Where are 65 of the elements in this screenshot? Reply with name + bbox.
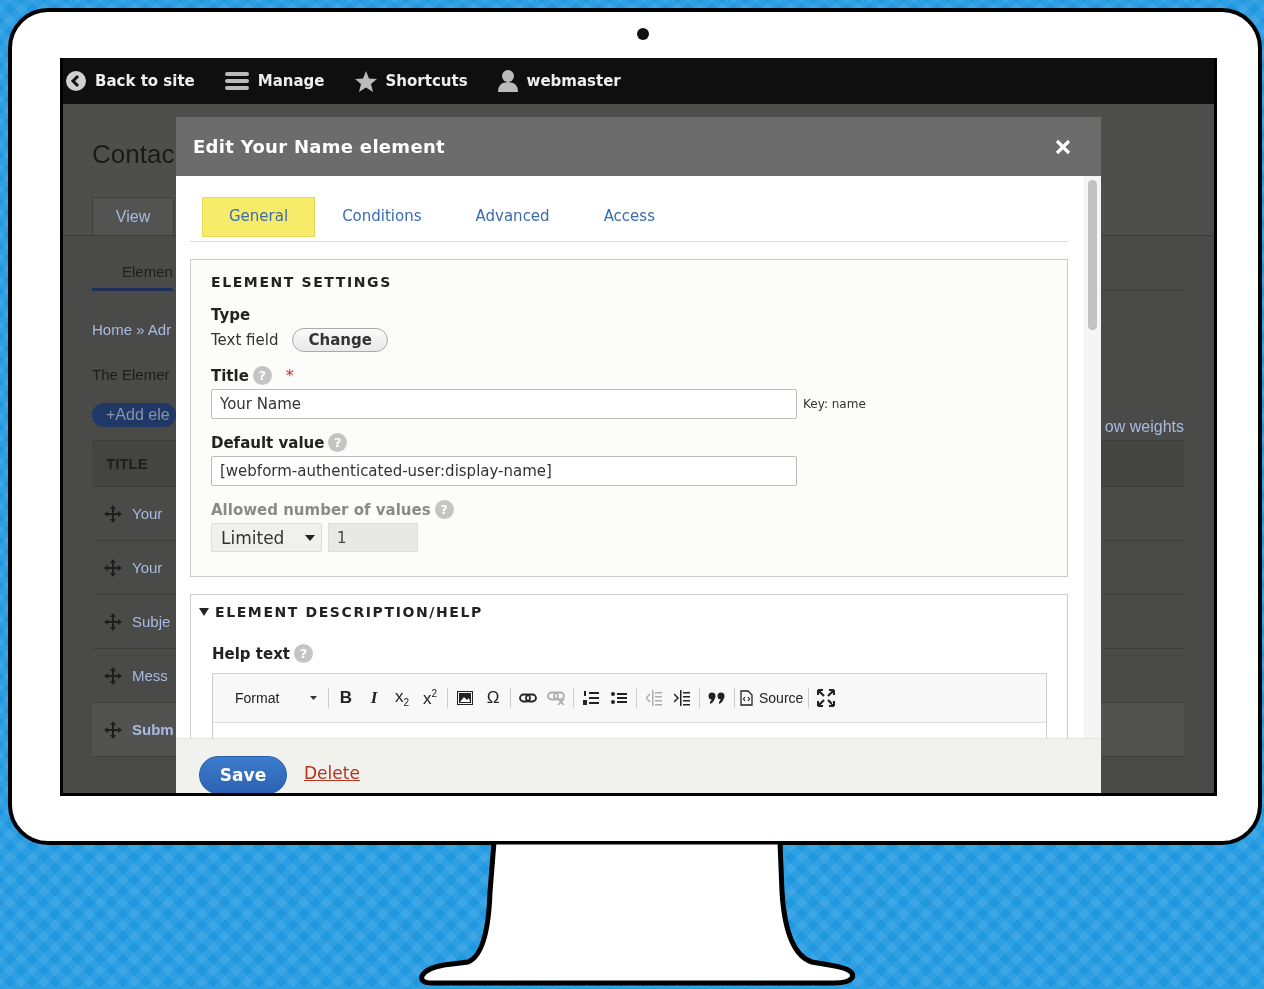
document-code-icon (740, 690, 753, 706)
field-label: Type (211, 306, 252, 324)
camera-dot (636, 28, 649, 40)
toolbar-link[interactable]: Shortcuts (354, 70, 468, 92)
drag-handle-icon[interactable] (104, 504, 122, 523)
toolbar-link[interactable]: Back to site (66, 71, 195, 91)
table-cell: Subm (132, 721, 174, 738)
toolbar-link[interactable]: webmaster (497, 70, 621, 92)
dialog-tab[interactable]: Access (576, 197, 682, 237)
image-icon (457, 691, 473, 705)
numbered-list-icon (583, 690, 599, 706)
triangle-icon[interactable] (199, 608, 209, 616)
editor-button[interactable]: I (360, 684, 388, 712)
unlink-icon (547, 691, 565, 705)
editor-button[interactable]: x$_{2}$ (388, 684, 416, 712)
table-cell: Your (132, 505, 163, 522)
change-button[interactable]: Change (292, 328, 388, 352)
table-cell: Your (132, 559, 163, 576)
fieldset-legend: ELEMENT SETTINGS (211, 274, 1047, 290)
menu-icon (224, 71, 249, 91)
field-label: Title (211, 366, 249, 385)
field-label: Default value (211, 433, 325, 452)
add-element-button[interactable]: +Add ele (92, 403, 176, 427)
editor-button[interactable]: B (332, 684, 360, 712)
star-icon (354, 70, 377, 92)
toolbar-link[interactable]: Manage (224, 71, 325, 91)
format-dropdown[interactable]: Format (225, 684, 325, 712)
table-cell: Mess (132, 667, 168, 684)
indent-icon (674, 690, 690, 706)
editor-button[interactable]: x$^{2}$ (416, 684, 444, 712)
page-tab[interactable]: View (92, 197, 174, 235)
dialog-tab[interactable]: Conditions (315, 197, 449, 237)
text-input[interactable]: [webform-authenticated-user:display-name] (211, 456, 797, 486)
fieldset-legend[interactable]: ELEMENT DESCRIPTION/HELP (215, 604, 483, 620)
machine-name: Key: name (803, 397, 866, 411)
scrollbar-thumb[interactable] (1088, 180, 1097, 330)
text-input[interactable]: Your Name (211, 389, 797, 419)
link-icon (519, 693, 537, 703)
editor-button[interactable]: Ω (479, 684, 507, 712)
outdent-icon (646, 690, 662, 706)
dialog-tab[interactable]: General (202, 197, 316, 237)
caret-icon (305, 534, 315, 541)
bulleted-list-icon (611, 691, 627, 705)
dialog-title: Edit Your Name element (193, 136, 445, 157)
close-icon[interactable] (1055, 138, 1071, 155)
row-weights-link[interactable]: ow weights (1104, 418, 1184, 436)
drag-handle-icon[interactable] (104, 612, 122, 631)
drag-handle-icon[interactable] (104, 666, 122, 685)
breadcrumb-link[interactable]: Home » Adr (92, 321, 172, 338)
save-button[interactable]: Save (199, 756, 287, 793)
scrollbar[interactable] (1084, 176, 1101, 738)
dialog-tab[interactable]: Advanced (448, 197, 577, 237)
source-button[interactable]: Source (738, 684, 806, 712)
field-label: Allowed number of values (211, 500, 431, 519)
drag-handle-icon[interactable] (104, 720, 122, 739)
quotation-icon (708, 692, 726, 704)
maximize-icon (817, 689, 836, 707)
field-label: Help text (212, 644, 291, 663)
delete-link[interactable]: Delete (304, 763, 360, 783)
drag-handle-icon[interactable] (104, 558, 122, 577)
user-icon (497, 70, 518, 92)
required-mark: * (285, 366, 294, 385)
type-value: Text field (211, 331, 279, 349)
caret-icon (310, 696, 317, 700)
table-cell: Subje (132, 613, 171, 630)
